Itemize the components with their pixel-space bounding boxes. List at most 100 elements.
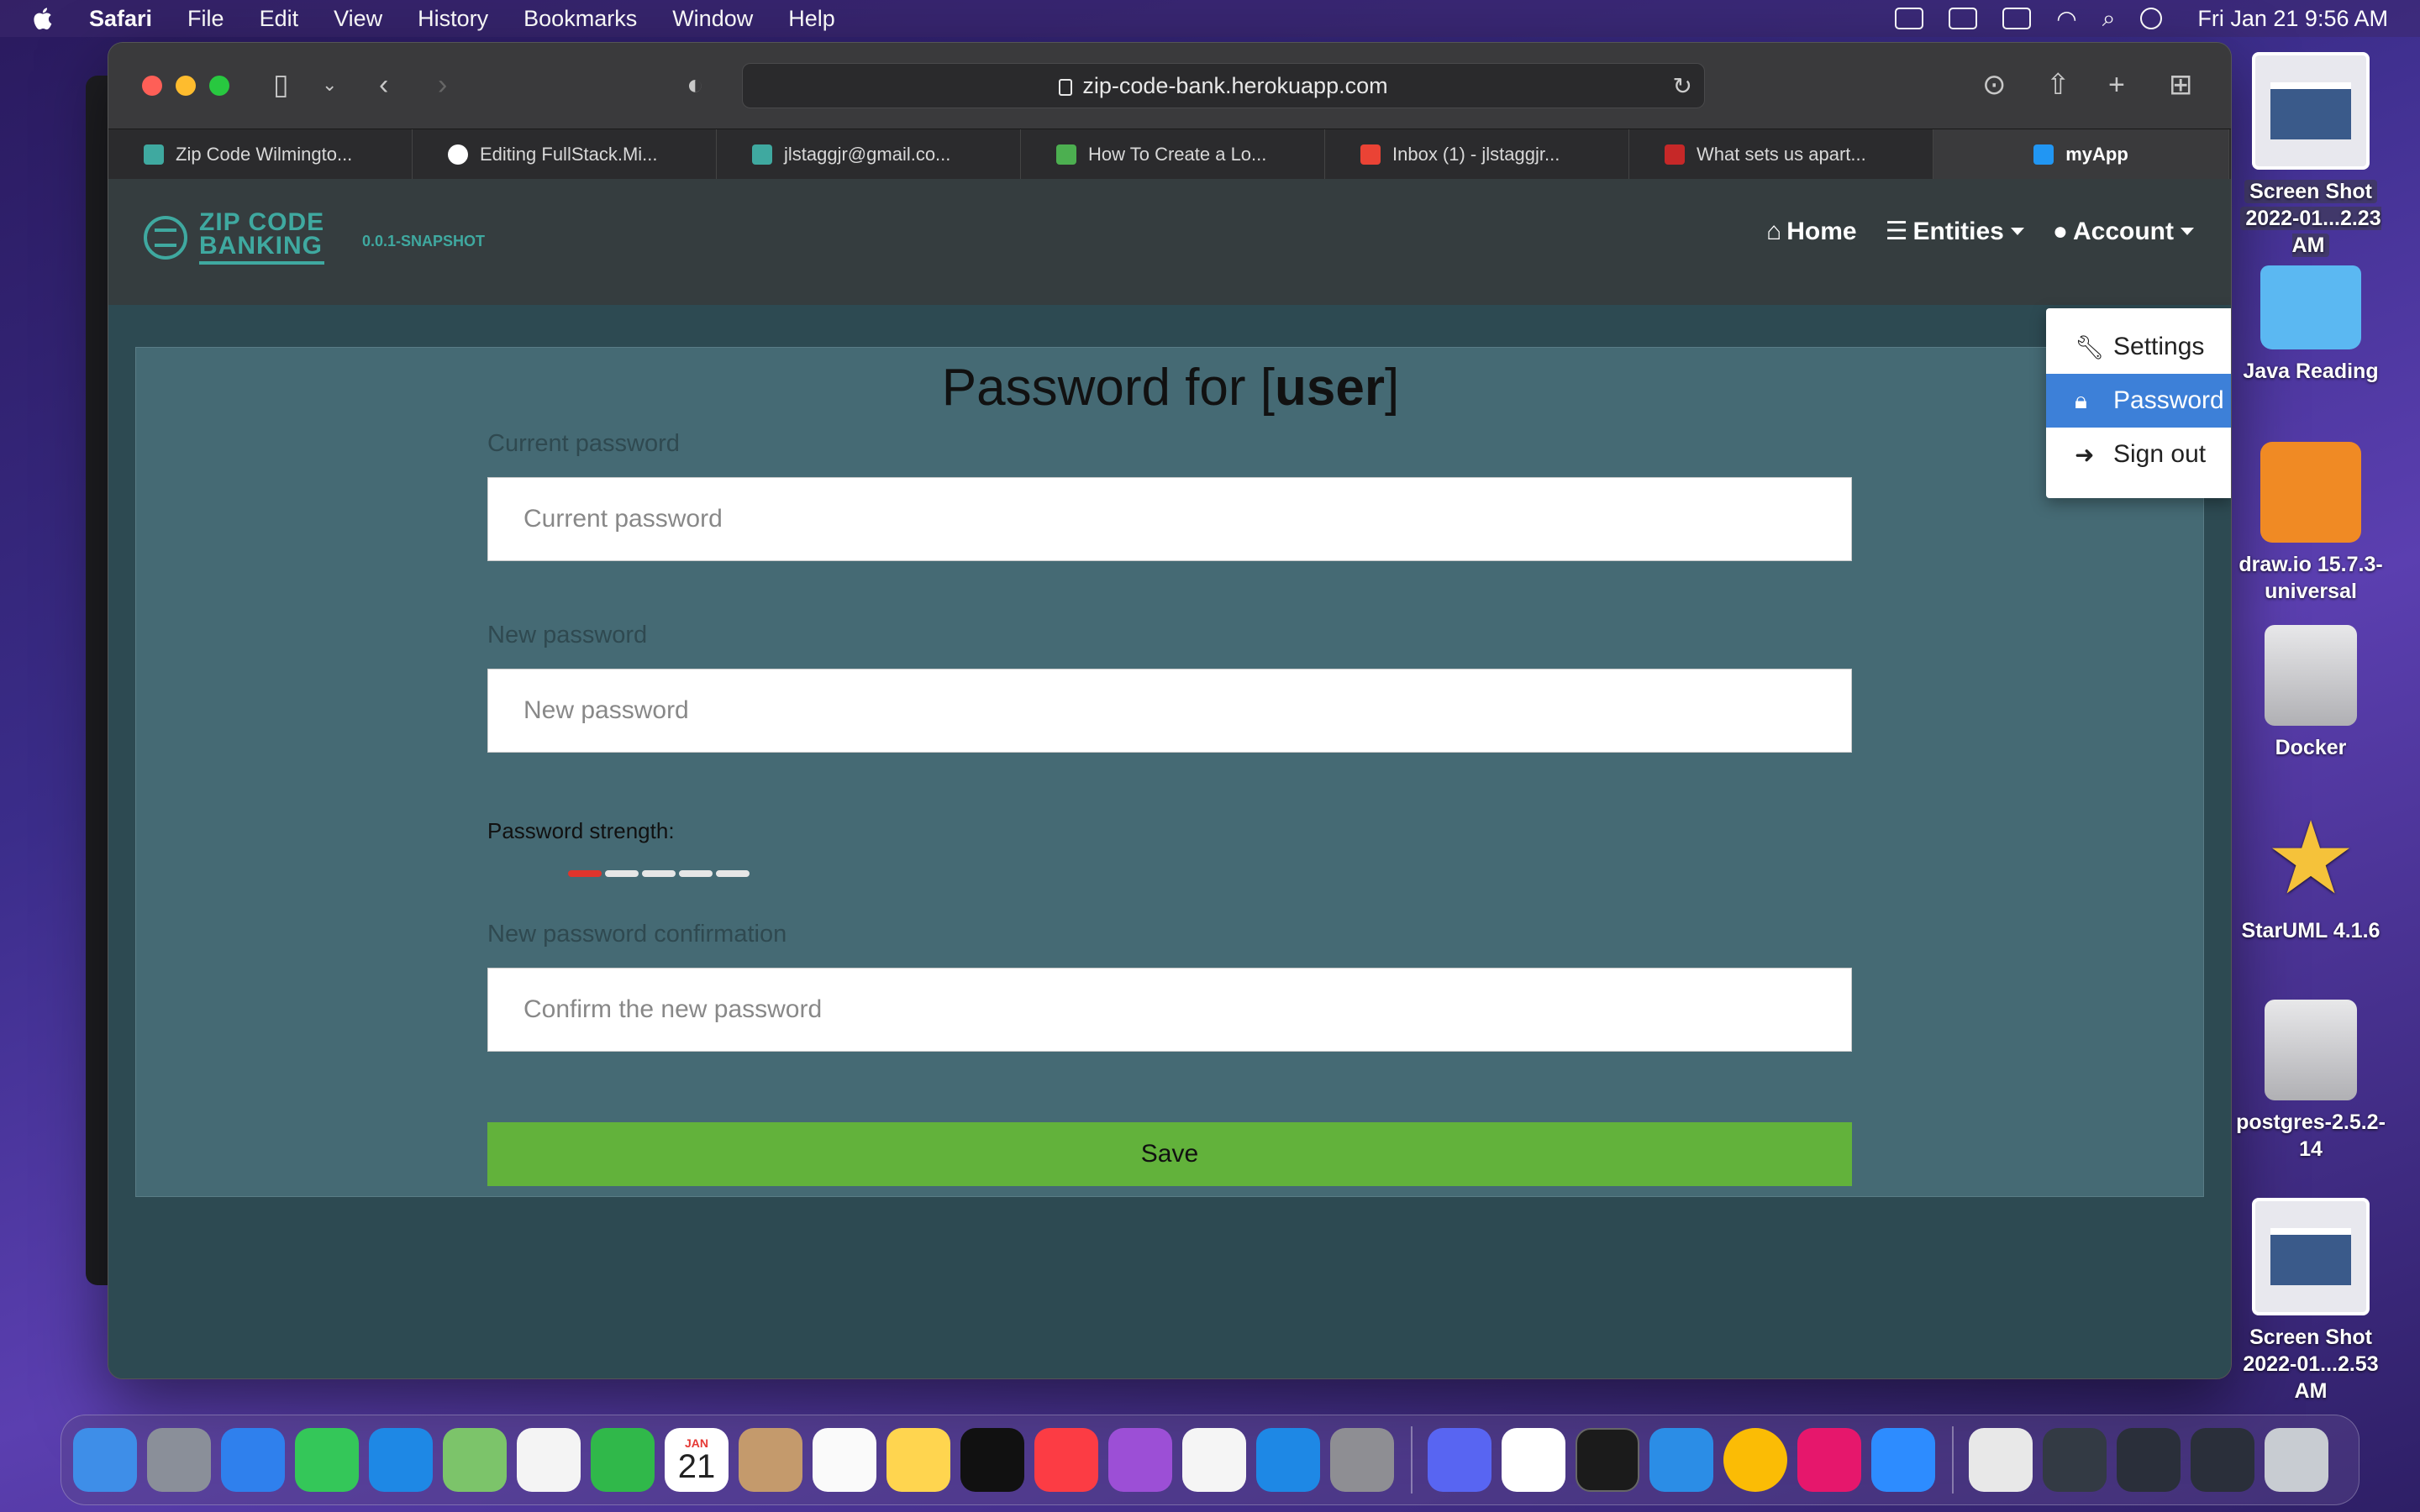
tab-github[interactable]: Editing FullStack.Mi... [413,129,717,180]
recent-window-icon[interactable] [2191,1428,2254,1492]
menu-help[interactable]: Help [788,6,835,32]
desktop-docker[interactable]: Docker [2227,625,2395,761]
spotlight-icon[interactable]: ⌕ [2102,5,2116,33]
title-prefix: Password for [ [941,359,1276,417]
confirm-password-input[interactable]: Confirm the new password [487,968,1852,1052]
menu-bookmarks[interactable]: Bookmarks [523,6,637,32]
apple-tv-icon[interactable] [960,1428,1024,1492]
menu-item-password[interactable]: 🔒︎ Password [2046,374,2231,428]
documents-stack-icon[interactable] [1969,1428,2033,1492]
facetime-icon[interactable] [591,1428,655,1492]
desktop-screenshot-2[interactable]: Screen Shot 2022-01...2.53 AM [2227,1198,2395,1404]
new-password-input[interactable]: New password [487,669,1852,753]
back-arrow-icon[interactable]: ‹ [379,68,388,102]
forward-arrow-icon[interactable]: › [438,68,447,102]
notes-icon[interactable] [886,1428,950,1492]
desktop-label: Docker [2275,736,2347,759]
tab-apart[interactable]: What sets us apart... [1629,129,1933,180]
zoom-icon[interactable] [1871,1428,1935,1492]
safari-icon[interactable] [221,1428,285,1492]
password-strength-bar [568,870,750,877]
new-tab-icon[interactable]: + [2108,68,2125,102]
chevron-down-icon[interactable]: ⌄ [322,68,337,102]
tab-gmail[interactable]: Inbox (1) - jlstaggjr... [1325,129,1629,180]
desktop-java-reading[interactable]: Java Reading [2227,249,2395,385]
menu-edit[interactable]: Edit [260,6,299,32]
reload-icon[interactable]: ↻ [1673,72,1692,100]
menu-clock[interactable]: Fri Jan 21 9:56 AM [2197,6,2388,32]
apple-menu-icon[interactable] [30,5,57,32]
desktop-screenshot-1[interactable]: Screen Shot 2022-01...2.23 AM [2227,52,2395,259]
vscode-icon[interactable] [1649,1428,1713,1492]
address-bar[interactable]: zip-code-bank.herokuapp.com ↻ [742,63,1705,108]
trash-icon[interactable] [2265,1428,2328,1492]
keyboard-icon[interactable] [1949,8,1978,29]
news-icon[interactable] [1182,1428,1246,1492]
mail-icon[interactable] [369,1428,433,1492]
brand-logo[interactable]: ZIP CODE BANKING [144,210,325,265]
sign-out-icon: ➜ [2075,441,2095,468]
calendar-icon[interactable]: JAN 21 [665,1428,729,1492]
url-text: zip-code-bank.herokuapp.com [1082,72,1388,98]
wifi-icon[interactable]: ◠ [2056,5,2076,33]
fullscreen-window-button[interactable] [209,76,229,96]
slack-icon[interactable] [1502,1428,1565,1492]
tab-overview-icon[interactable]: ⊞ [2169,68,2193,102]
menu-app-name[interactable]: Safari [89,6,152,32]
menu-file[interactable]: File [187,6,224,32]
control-center-icon[interactable] [2140,8,2163,29]
save-button[interactable]: Save [487,1122,1852,1186]
sidebar-toggle-icon[interactable]: ▯ [273,68,289,102]
nav-home[interactable]: ⌂ Home [1766,218,1856,246]
desktop-postgres[interactable]: postgres-2.5.2-14 [2227,1000,2395,1163]
menu-item-sign-out[interactable]: ➜ Sign out [2046,428,2231,481]
maps-icon[interactable] [443,1428,507,1492]
menu-item-label: Settings [2113,333,2205,360]
menu-window[interactable]: Window [672,6,753,32]
nav-entities[interactable]: ☰ Entities [1886,217,2024,246]
drawio-icon [2260,442,2361,543]
bank-icon [144,216,187,260]
menu-view[interactable]: View [334,6,382,32]
system-preferences-icon[interactable] [1330,1428,1394,1492]
wikihow-favicon-icon [1056,144,1076,165]
music-icon[interactable] [1034,1428,1098,1492]
desktop-staruml[interactable]: ★ StarUML 4.1.6 [2227,808,2395,944]
zoom-status-icon[interactable] [1895,8,1924,29]
privacy-shield-icon[interactable]: ◐ [687,68,704,102]
close-window-button[interactable] [142,76,162,96]
share-icon[interactable]: ⇧ [2046,68,2070,102]
app-store-icon[interactable] [1256,1428,1320,1492]
intellij-icon[interactable] [1797,1428,1861,1492]
terminal-icon[interactable] [1576,1428,1639,1492]
current-password-input[interactable]: Current password [487,477,1852,561]
finder-icon[interactable] [73,1428,137,1492]
tab-howto[interactable]: How To Create a Lo... [1021,129,1325,180]
tab-myapp[interactable]: myApp [1933,129,2229,180]
nav-account[interactable]: ● Account [2053,218,2194,246]
recent-window-icon[interactable] [2117,1428,2181,1492]
messages-icon[interactable] [295,1428,359,1492]
tab-label: Zip Code Wilmingto... [176,144,353,165]
desktop-drawio[interactable]: draw.io 15.7.3- universal [2227,442,2395,605]
battery-icon[interactable] [2002,8,2032,29]
github-favicon-icon [448,144,468,165]
discord-icon[interactable] [1428,1428,1491,1492]
wrench-icon: 🔧︎ [2075,333,2105,360]
recent-window-icon[interactable] [2043,1428,2107,1492]
tab-zipcode[interactable]: Zip Code Wilmingto... [108,129,413,180]
launchpad-icon[interactable] [147,1428,211,1492]
reminders-icon[interactable] [813,1428,876,1492]
contacts-icon[interactable] [739,1428,802,1492]
desktop-label: universal [2265,580,2357,603]
menu-item-settings[interactable]: 🔧︎ Settings [2046,320,2231,374]
tab-label: myApp [2065,144,2128,165]
downloads-icon[interactable]: ⊙ [1982,68,2007,102]
tab-email[interactable]: jlstaggjr@gmail.co... [717,129,1021,180]
podcasts-icon[interactable] [1108,1428,1172,1492]
photos-icon[interactable] [517,1428,581,1492]
home-icon: ⌂ [1766,217,1782,245]
minimize-window-button[interactable] [176,76,196,96]
chrome-icon[interactable] [1723,1428,1787,1492]
menu-history[interactable]: History [418,6,488,32]
